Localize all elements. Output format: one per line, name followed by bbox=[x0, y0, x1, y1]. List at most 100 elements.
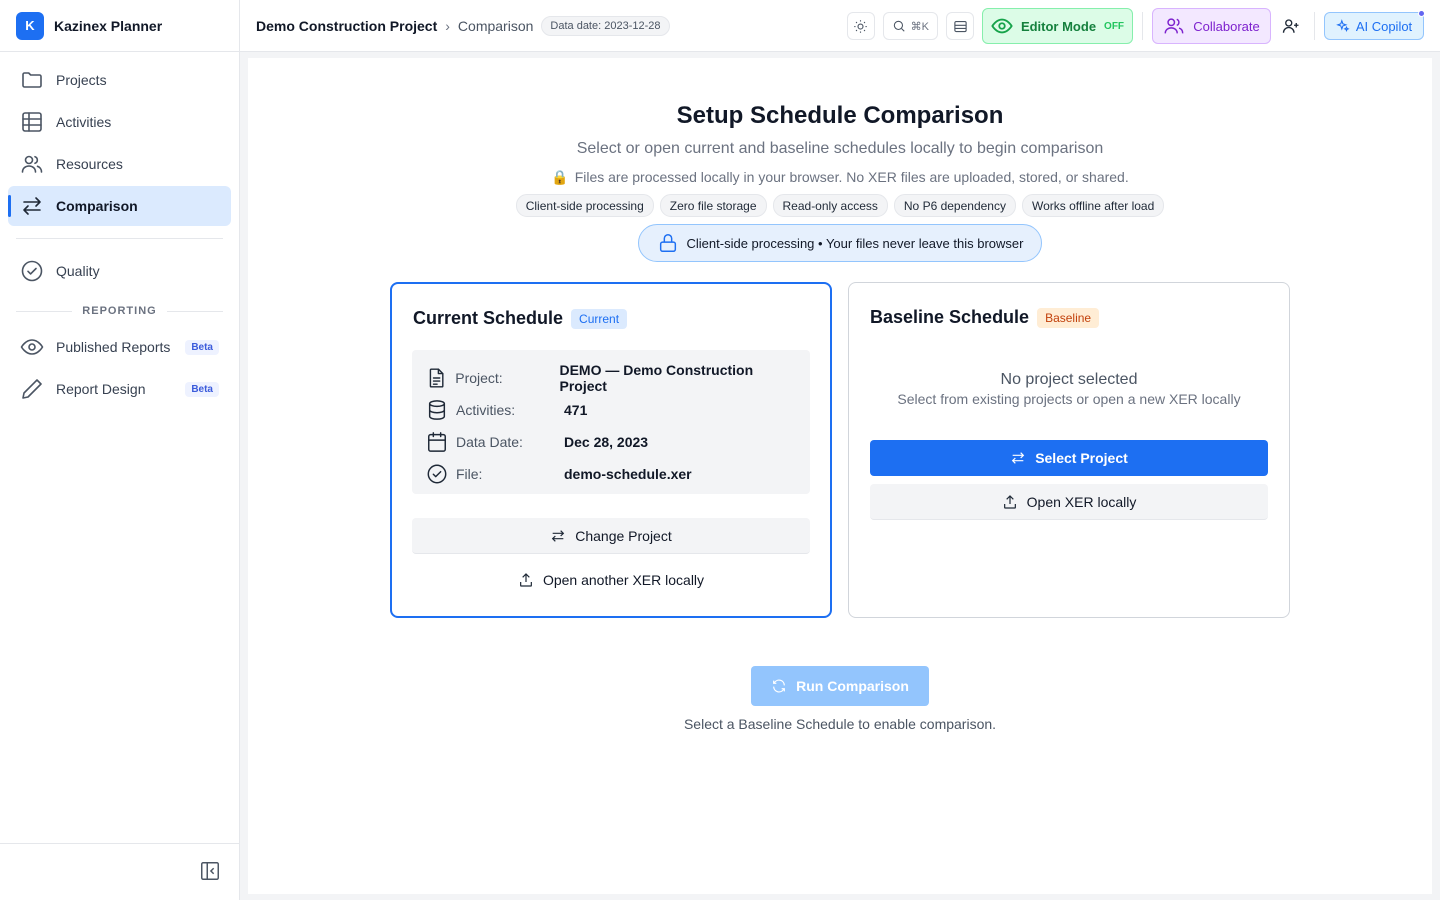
upload-icon bbox=[1003, 494, 1016, 509]
feature-chip: Works offline after load bbox=[1021, 194, 1165, 217]
collaborate-label: Collaborate bbox=[1193, 18, 1260, 34]
select-project-label: Select Project bbox=[1035, 450, 1128, 466]
check-circle-icon bbox=[427, 464, 447, 484]
info-label: File: bbox=[456, 466, 483, 482]
table-icon bbox=[953, 20, 967, 32]
card-header: Baseline Schedule Baseline bbox=[870, 307, 1100, 328]
card-title: Baseline Schedule bbox=[870, 307, 1030, 327]
beta-badge: Beta bbox=[185, 339, 219, 355]
sidebar-item-label: Quality bbox=[56, 263, 100, 279]
brand[interactable]: K Kazinex Planner bbox=[0, 0, 239, 52]
open-xer-locally-button[interactable]: Open XER locally bbox=[870, 484, 1268, 520]
lock-icon bbox=[659, 234, 676, 252]
info-label: Project: bbox=[455, 370, 503, 386]
eye-icon bbox=[991, 18, 1013, 34]
sidebar-item-label: Comparison bbox=[56, 198, 138, 214]
info-value: DEMO — Demo Construction Project bbox=[559, 362, 754, 394]
sidebar-item-activities[interactable]: Activities bbox=[8, 102, 231, 142]
swap-icon bbox=[552, 529, 565, 542]
beta-badge: Beta bbox=[185, 381, 219, 397]
info-row-activities: Activities: 471 bbox=[426, 394, 796, 426]
search-button[interactable]: ⌘K bbox=[882, 12, 938, 40]
sparkles-icon bbox=[1335, 19, 1350, 32]
ai-copilot-button[interactable]: AI Copilot bbox=[1324, 10, 1425, 40]
current-tag: Current bbox=[571, 308, 628, 329]
swap-icon bbox=[1012, 452, 1025, 464]
run-comparison-hint: Select a Baseline Schedule to enable com… bbox=[683, 716, 997, 732]
sidebar-collapse-icon bbox=[201, 862, 219, 880]
open-xer-locally-label: Open XER locally bbox=[1026, 493, 1137, 510]
topbar-divider bbox=[1314, 12, 1315, 40]
lock-icon: 🔒 bbox=[551, 169, 569, 185]
sidebar-item-label: Published Reports bbox=[56, 339, 171, 355]
privacy-note-text: Files are processed locally in your brow… bbox=[574, 169, 1129, 185]
breadcrumb-project[interactable]: Demo Construction Project bbox=[256, 18, 437, 34]
add-user-button[interactable] bbox=[1277, 12, 1305, 40]
change-project-button[interactable]: Change Project bbox=[412, 518, 810, 554]
sidebar-item-published-reports[interactable]: Published Reports Beta bbox=[8, 327, 231, 367]
app-logo: K bbox=[16, 11, 44, 40]
info-row-project: Project: DEMO — Demo Construction Projec… bbox=[426, 362, 796, 394]
empty-state-title: No project selected bbox=[1000, 371, 1138, 388]
sun-icon bbox=[854, 19, 867, 33]
info-label: Data Date: bbox=[456, 434, 523, 450]
feature-chips: Client-side processing Zero file storage… bbox=[248, 194, 1432, 217]
change-project-label: Change Project bbox=[575, 527, 672, 544]
info-row-data-date: Data Date: Dec 28, 2023 bbox=[426, 426, 796, 458]
sidebar-item-label: Resources bbox=[56, 156, 123, 172]
collaborate-button[interactable]: Collaborate bbox=[1152, 8, 1271, 44]
search-shortcut: ⌘K bbox=[910, 20, 929, 33]
topbar-actions: ⌘K Editor Mode OFF Collaborate AI Copilo… bbox=[846, 8, 1425, 44]
open-another-xer-button[interactable]: Open another XER locally bbox=[412, 562, 810, 598]
search-icon bbox=[893, 20, 905, 32]
editor-mode-toggle[interactable]: Editor Mode OFF bbox=[982, 8, 1133, 44]
collapse-sidebar-button[interactable] bbox=[199, 860, 223, 884]
info-value: 471 bbox=[564, 402, 588, 418]
app-name: Kazinex Planner bbox=[54, 17, 163, 34]
main-content: Setup Schedule Comparison Select or open… bbox=[248, 58, 1432, 894]
data-date-badge: Data date: 2023-12-28 bbox=[541, 15, 670, 36]
folder-icon bbox=[22, 72, 42, 88]
ai-copilot-label: AI Copilot bbox=[1355, 18, 1413, 34]
users-icon bbox=[21, 155, 43, 173]
open-another-xer-label: Open another XER locally bbox=[542, 572, 705, 588]
breadcrumb-page: Comparison bbox=[457, 17, 534, 34]
privacy-note: 🔒 Files are processed locally in your bro… bbox=[248, 169, 1432, 186]
sidebar-item-label: Activities bbox=[56, 114, 112, 130]
info-value: Dec 28, 2023 bbox=[564, 434, 649, 450]
sidebar-item-report-design[interactable]: Report Design Beta bbox=[8, 369, 231, 409]
upload-icon bbox=[520, 573, 532, 587]
info-label: Activities: bbox=[456, 402, 516, 418]
pencil-icon bbox=[22, 379, 42, 399]
document-icon bbox=[429, 368, 444, 388]
notification-dot bbox=[1418, 10, 1425, 17]
feature-chip: Read-only access bbox=[772, 194, 888, 217]
baseline-tag: Baseline bbox=[1037, 307, 1100, 328]
page-title: Setup Schedule Comparison bbox=[676, 102, 1004, 129]
grid-icon bbox=[22, 112, 42, 132]
sidebar-item-projects[interactable]: Projects bbox=[8, 60, 231, 100]
run-comparison-button[interactable]: Run Comparison bbox=[751, 666, 929, 706]
baseline-schedule-card: Baseline Schedule Baseline No project se… bbox=[848, 282, 1290, 618]
sidebar-item-quality[interactable]: Quality bbox=[8, 251, 231, 291]
theme-toggle-button[interactable] bbox=[846, 12, 875, 40]
sidebar-item-resources[interactable]: Resources bbox=[8, 144, 231, 184]
card-header: Current Schedule Current bbox=[413, 308, 628, 329]
sidebar-item-label: Projects bbox=[56, 72, 107, 88]
client-side-banner-text: Client-side processing • Your files neve… bbox=[686, 235, 1024, 251]
info-value: demo-schedule.xer bbox=[564, 466, 692, 482]
reporting-heading: REPORTING bbox=[16, 305, 223, 317]
users-icon bbox=[1164, 18, 1184, 34]
calendar-icon bbox=[428, 432, 446, 452]
select-project-button[interactable]: Select Project bbox=[870, 440, 1268, 476]
current-schedule-card: Current Schedule Current Project: DEMO —… bbox=[390, 282, 832, 618]
layout-button[interactable] bbox=[946, 12, 974, 40]
sidebar-item-label: Report Design bbox=[56, 381, 146, 397]
editor-mode-label: Editor Mode bbox=[1020, 18, 1097, 34]
sidebar-nav: Projects Activities Resources Comparison… bbox=[0, 52, 239, 291]
page-subtitle: Select or open current and baseline sche… bbox=[576, 140, 1104, 157]
sidebar-footer bbox=[0, 843, 239, 900]
sidebar-item-comparison[interactable]: Comparison bbox=[8, 186, 231, 226]
nav-divider bbox=[16, 238, 223, 239]
client-side-banner: Client-side processing • Your files neve… bbox=[638, 224, 1042, 262]
